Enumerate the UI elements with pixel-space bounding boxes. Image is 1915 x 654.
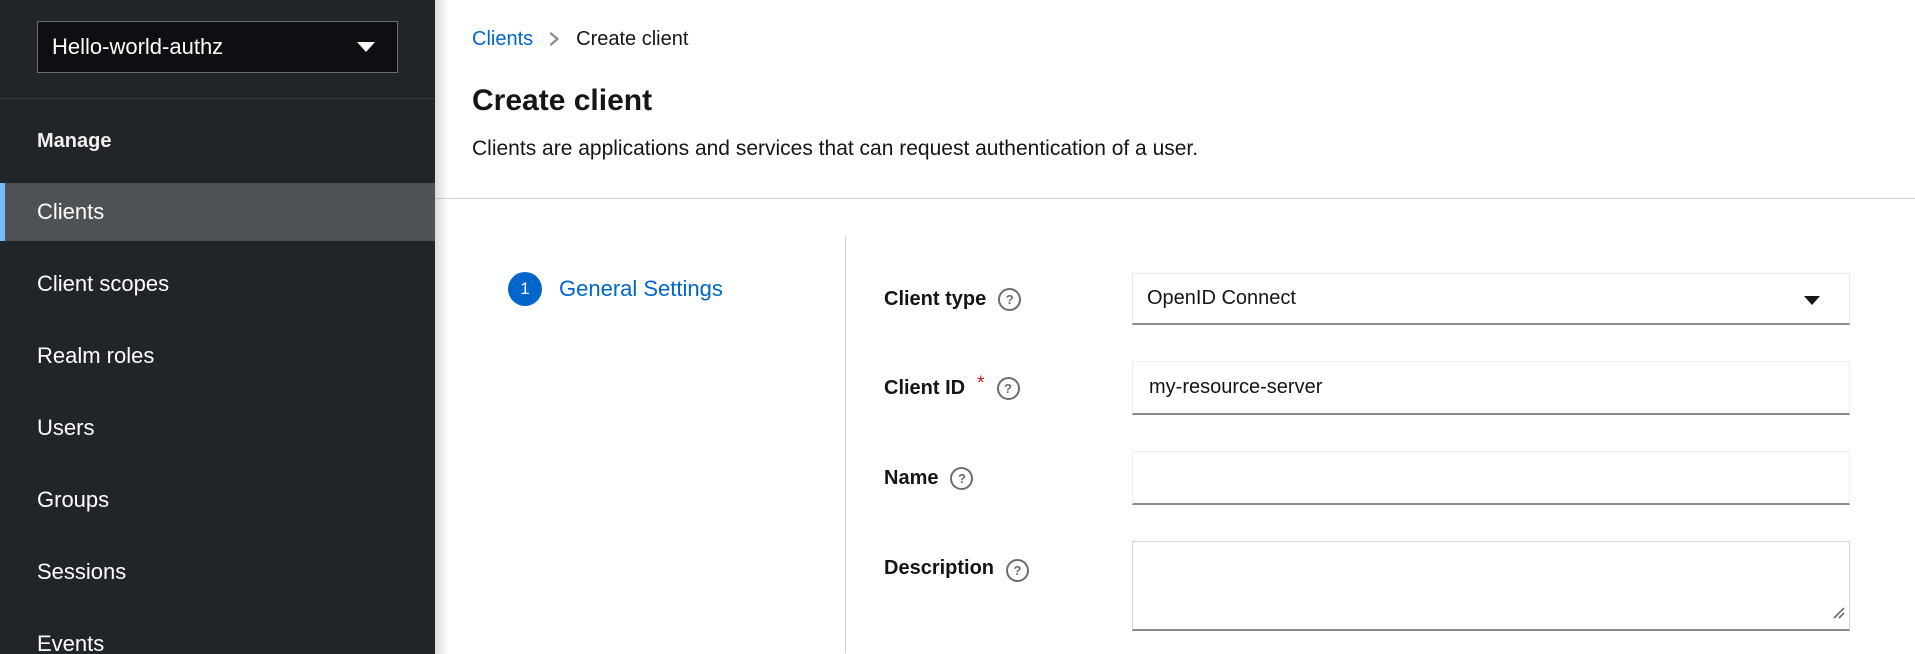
breadcrumb: Clients Create client — [472, 0, 1915, 52]
angle-right-icon — [548, 31, 561, 47]
help-icon[interactable]: ? — [1006, 559, 1029, 582]
sidebar-nav: Clients Client scopes Realm roles Users … — [0, 183, 435, 654]
required-indicator: * — [977, 373, 984, 395]
chevron-down-icon — [357, 42, 375, 52]
app-window: Hello-world-authz Manage Clients Client … — [0, 0, 1915, 654]
step-number-badge: 1 — [508, 272, 542, 306]
wizard-nav: 1 General Settings — [435, 236, 846, 653]
page-title: Create client — [472, 80, 1915, 122]
help-icon[interactable]: ? — [997, 377, 1020, 400]
main-content: Clients Create client Create client Clie… — [435, 0, 1915, 654]
sidebar-item-client-scopes[interactable]: Client scopes — [0, 255, 435, 313]
name-control — [1132, 451, 1850, 505]
client-id-control — [1132, 361, 1850, 415]
step-label: General Settings — [559, 276, 723, 302]
field-label-group: Description ? — [884, 541, 1132, 582]
field-row-name: Name ? — [884, 451, 1915, 505]
field-row-description: Description ? — [884, 541, 1915, 631]
client-type-label: Client type — [884, 288, 986, 311]
client-id-label: Client ID — [884, 377, 965, 400]
breadcrumb-link-clients[interactable]: Clients — [472, 26, 533, 52]
help-icon[interactable]: ? — [950, 467, 973, 490]
description-textarea[interactable] — [1132, 541, 1850, 631]
sidebar-item-users[interactable]: Users — [0, 399, 435, 457]
sidebar-divider — [0, 98, 435, 99]
realm-selector[interactable]: Hello-world-authz — [37, 21, 398, 73]
resize-handle[interactable] — [1832, 606, 1846, 625]
sidebar-item-events[interactable]: Events — [0, 615, 435, 654]
client-type-selected-value: OpenID Connect — [1147, 287, 1296, 310]
name-input[interactable] — [1132, 451, 1850, 505]
breadcrumb-current: Create client — [576, 26, 688, 52]
client-type-control: OpenID Connect — [1132, 273, 1850, 325]
client-type-select[interactable]: OpenID Connect — [1132, 273, 1850, 325]
page-description: Clients are applications and services th… — [472, 134, 1915, 164]
sidebar-item-clients[interactable]: Clients — [0, 183, 435, 241]
wizard-step-general-settings[interactable]: 1 General Settings — [508, 272, 845, 306]
field-label-group: Name ? — [884, 451, 1132, 505]
sidebar-item-sessions[interactable]: Sessions — [0, 543, 435, 601]
client-id-input[interactable] — [1132, 361, 1850, 415]
sidebar-item-groups[interactable]: Groups — [0, 471, 435, 529]
nav-group-title: Manage — [0, 128, 435, 154]
field-label-group: Client type ? — [884, 273, 1132, 325]
wizard-content: Client type ? OpenID Connect Client ID — [846, 236, 1915, 653]
sidebar-item-realm-roles[interactable]: Realm roles — [0, 327, 435, 385]
field-row-client-type: Client type ? OpenID Connect — [884, 273, 1915, 325]
sidebar: Hello-world-authz Manage Clients Client … — [0, 0, 435, 654]
create-client-wizard: 1 General Settings Client type ? OpenID … — [435, 236, 1915, 653]
realm-name: Hello-world-authz — [52, 34, 223, 60]
page-header: Clients Create client Create client Clie… — [435, 0, 1915, 199]
name-label: Name — [884, 467, 938, 490]
field-row-client-id: Client ID * ? — [884, 361, 1915, 415]
description-label: Description — [884, 557, 994, 580]
caret-down-icon — [1804, 296, 1820, 305]
description-control — [1132, 541, 1850, 631]
help-icon[interactable]: ? — [998, 288, 1021, 311]
field-label-group: Client ID * ? — [884, 361, 1132, 415]
